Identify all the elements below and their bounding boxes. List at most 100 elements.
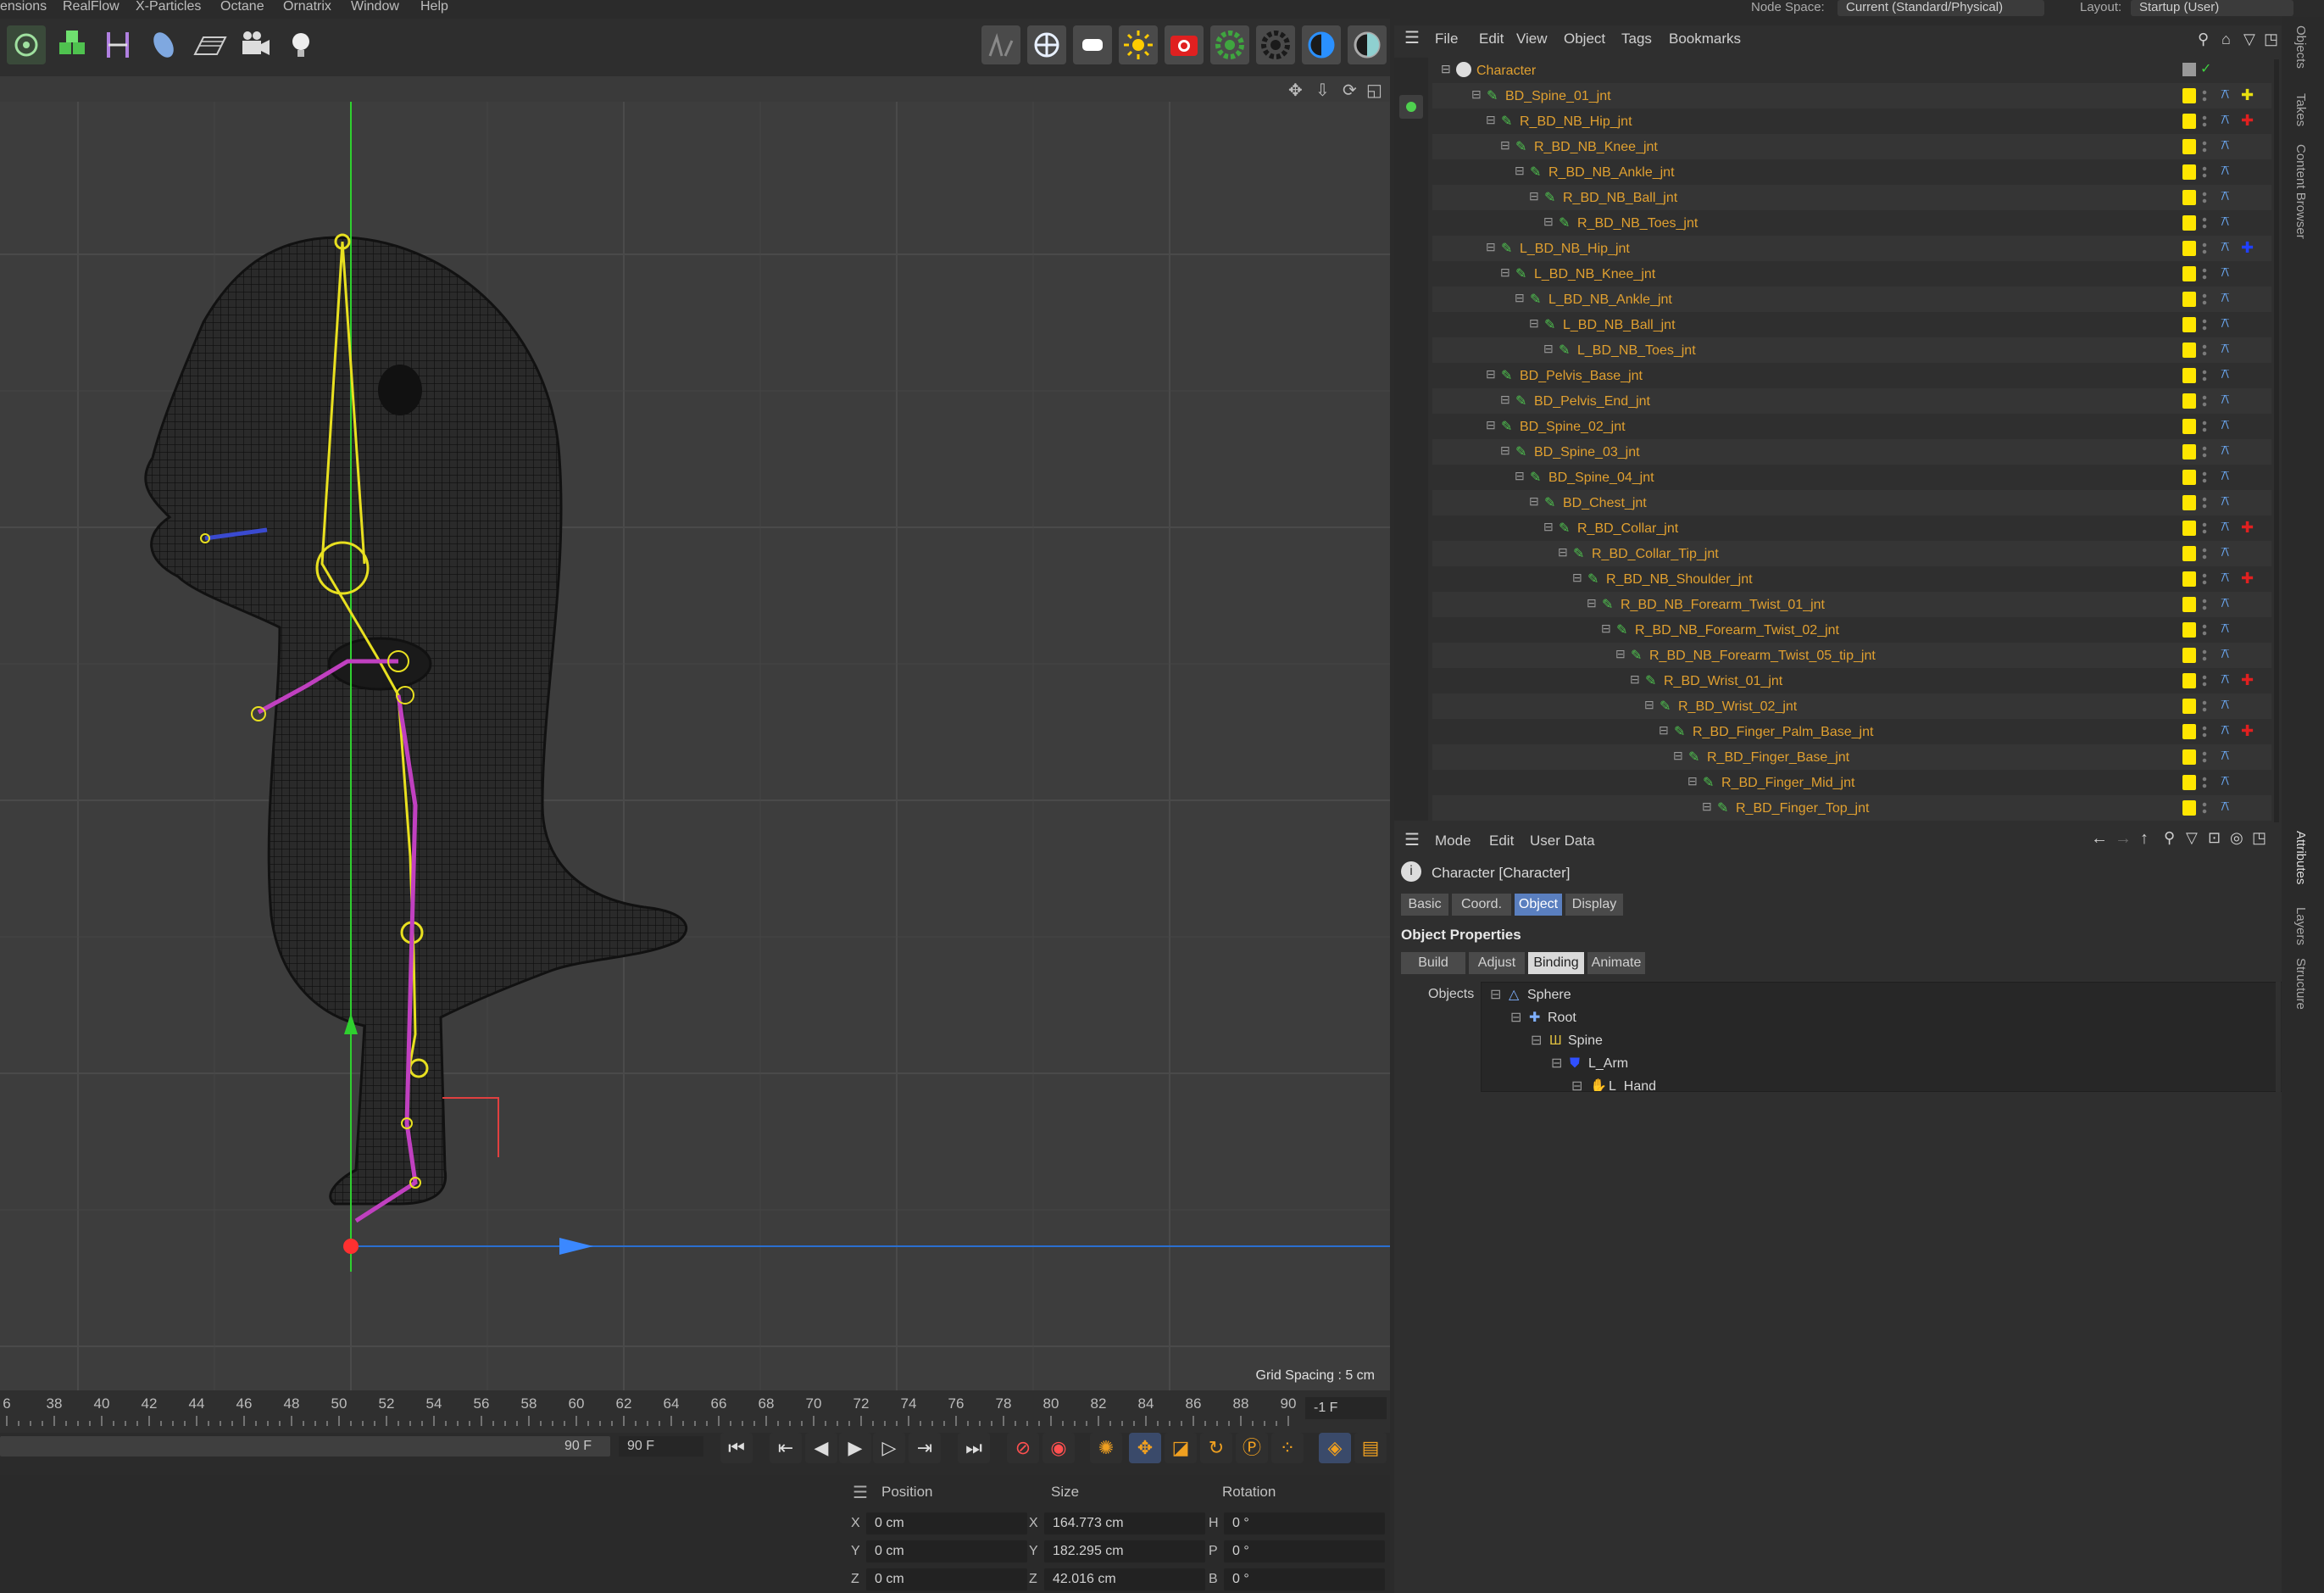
light-icon[interactable] (281, 25, 320, 64)
collapse-toggle-icon[interactable]: ⊟ (1500, 393, 1515, 408)
constraint-tag-icon[interactable]: ✚ (2241, 112, 2258, 129)
settings-green-icon[interactable] (1210, 25, 1249, 64)
joint-tag-icon[interactable]: ⚻ (2221, 163, 2236, 180)
constraint-tag-icon[interactable]: ✚ (2241, 519, 2258, 536)
layer-color-swatch[interactable] (2182, 241, 2196, 256)
back-arrow-icon[interactable]: ← (2091, 829, 2108, 849)
hamburger-icon[interactable]: ☰ (1404, 27, 1420, 48)
layer-color-swatch[interactable] (2182, 495, 2196, 510)
attr-new-window-icon[interactable]: ◳ (2252, 829, 2266, 847)
frame-range-slider[interactable]: 90 F (0, 1436, 610, 1457)
menu-window[interactable]: Window (351, 0, 399, 14)
layer-color-swatch[interactable] (2182, 88, 2196, 103)
layer-color-swatch[interactable] (2182, 775, 2196, 790)
layer-color-swatch[interactable] (2182, 749, 2196, 765)
play-icon[interactable]: ▶ (839, 1433, 871, 1463)
joint-tag-icon[interactable]: ⚻ (2221, 366, 2236, 383)
position-field[interactable]: 0 cm (866, 1568, 1027, 1590)
joint-tag-icon[interactable]: ⚻ (2221, 799, 2236, 816)
visibility-dots-icon[interactable] (2202, 343, 2207, 357)
node-space-dropdown[interactable]: Current (Standard/Physical) (1838, 0, 2044, 16)
visibility-dots-icon[interactable] (2202, 699, 2207, 713)
joint-tag-icon[interactable]: ⚻ (2221, 86, 2236, 103)
collapse-toggle-icon[interactable]: ⊟ (1659, 723, 1674, 738)
object-row[interactable]: ⊟ ✎ BD_Spine_02_jnt ⚻ (1432, 414, 2271, 439)
menu-mode[interactable]: Mode (1435, 833, 1471, 849)
layer-color-swatch[interactable] (2182, 444, 2196, 460)
collapse-toggle-icon[interactable]: ⊟ (1515, 291, 1530, 306)
binding-object-list[interactable]: ⊟△Sphere⊟✚Root⊟ШSpine⊟⛊L_Arm⊟✋L_Hand⊟✋L_… (1481, 982, 2286, 1092)
object-row[interactable]: ⊟ ✎ R_BD_Finger_Palm_Base_jnt ⚻ ✚ (1432, 719, 2271, 744)
object-row[interactable]: ⊟ ✎ R_BD_NB_Ball_jnt ⚻ (1432, 185, 2271, 210)
layer-color-swatch[interactable] (2182, 673, 2196, 688)
visibility-dots-icon[interactable] (2202, 89, 2207, 103)
viewport[interactable]: Grid Spacing : 5 cm (0, 102, 1390, 1390)
collapse-toggle-icon[interactable]: ⊟ (1486, 418, 1501, 433)
joint-tag-icon[interactable]: ⚻ (2221, 392, 2236, 409)
visibility-dots-icon[interactable] (2202, 394, 2207, 408)
rotation-field[interactable]: 0 ° (1224, 1568, 1385, 1590)
menu-view[interactable]: View (1516, 31, 1548, 47)
tab-content-browser[interactable]: Content Browser (2293, 144, 2308, 239)
enabled-check-icon[interactable]: ✓ (2200, 60, 2211, 77)
collapse-toggle-icon[interactable]: ⊟ (1601, 621, 1616, 637)
joint-tag-icon[interactable]: ⚻ (2221, 621, 2236, 638)
dolly-view-icon[interactable]: ⇩ (1315, 80, 1330, 101)
collapse-toggle-icon[interactable]: ⊟ (1441, 62, 1456, 77)
half-tone-icon[interactable] (1348, 25, 1387, 64)
visibility-dots-icon[interactable] (2202, 267, 2207, 281)
tab-basic[interactable]: Basic (1401, 894, 1448, 916)
tree-toggle-icon[interactable]: ⊟ (1531, 1030, 1542, 1052)
render-region-icon[interactable] (981, 25, 1020, 64)
subtab-build[interactable]: Build (1401, 952, 1465, 974)
collapse-toggle-icon[interactable]: ⊟ (1543, 342, 1559, 357)
gear-icon[interactable] (1256, 25, 1295, 64)
visibility-dots-icon[interactable] (2202, 191, 2207, 204)
visibility-dots-icon[interactable] (2202, 140, 2207, 153)
octane-render-icon[interactable] (1027, 25, 1066, 64)
joint-tag-icon[interactable]: ⚻ (2221, 188, 2236, 205)
object-row[interactable]: ⊟ ✎ L_BD_NB_Knee_jnt ⚻ (1432, 261, 2271, 287)
joint-tag-icon[interactable]: ⚻ (2221, 671, 2236, 688)
visibility-dots-icon[interactable] (2202, 496, 2207, 510)
constraint-tag-icon[interactable]: ✚ (2241, 722, 2258, 739)
layer-color-swatch[interactable] (2182, 521, 2196, 536)
current-frame-field[interactable]: -1 F (1305, 1397, 1387, 1419)
object-row[interactable]: ⊟ ✎ R_BD_NB_Forearm_Twist_05_tip_jnt ⚻ (1432, 643, 2271, 668)
position-key-icon[interactable]: ✥ (1129, 1433, 1161, 1463)
menu-realflow[interactable]: RealFlow (63, 0, 120, 14)
sound-icon[interactable]: ◈ (1319, 1433, 1351, 1463)
point-level-icon[interactable]: ⁘ (1271, 1433, 1304, 1463)
joint-tag-icon[interactable]: ⚻ (2221, 722, 2236, 739)
up-arrow-icon[interactable]: ↑ (2140, 829, 2149, 849)
visibility-dots-icon[interactable] (2202, 114, 2207, 128)
object-row[interactable]: ⊟ ✎ L_BD_NB_Ball_jnt ⚻ (1432, 312, 2271, 337)
next-key-icon[interactable]: ⇥ (909, 1433, 941, 1463)
tree-toggle-icon[interactable]: ⊟ (1510, 1007, 1521, 1029)
visibility-dots-icon[interactable] (2202, 242, 2207, 255)
visibility-dots-icon[interactable] (2202, 776, 2207, 789)
search-icon[interactable]: ⚲ (2198, 31, 2209, 48)
visibility-dots-icon[interactable] (2202, 165, 2207, 179)
constraint-tag-icon[interactable]: ✚ (2241, 239, 2258, 256)
maximize-view-icon[interactable]: ◱ (1366, 80, 1382, 101)
go-to-end-icon[interactable]: ⏭ (958, 1433, 990, 1463)
cubes-icon[interactable] (53, 25, 92, 64)
layer-color-swatch[interactable] (2182, 546, 2196, 561)
joint-tool-icon[interactable] (98, 25, 137, 64)
joint-tag-icon[interactable]: ⚻ (2221, 443, 2236, 460)
attr-hamburger-icon[interactable]: ☰ (1404, 829, 1420, 850)
rotation-field[interactable]: 0 ° (1224, 1540, 1385, 1562)
joint-tag-icon[interactable]: ⚻ (2221, 265, 2236, 281)
parameter-key-icon[interactable]: Ⓟ (1236, 1433, 1268, 1463)
render-camera-icon[interactable] (1165, 25, 1204, 64)
object-row[interactable]: ⊟ ✎ R_BD_Collar_jnt ⚻ ✚ (1432, 515, 2271, 541)
menu-octane[interactable]: Octane (220, 0, 264, 14)
menu-object[interactable]: Object (1564, 31, 1605, 47)
collapse-toggle-icon[interactable]: ⊟ (1702, 799, 1717, 815)
layer-color-swatch[interactable] (2182, 699, 2196, 714)
subtab-binding[interactable]: Binding (1528, 952, 1584, 974)
subtab-adjust[interactable]: Adjust (1469, 952, 1525, 974)
constraint-tag-icon[interactable]: ✚ (2241, 570, 2258, 587)
binding-list-scrollbar[interactable] (2276, 982, 2281, 1092)
